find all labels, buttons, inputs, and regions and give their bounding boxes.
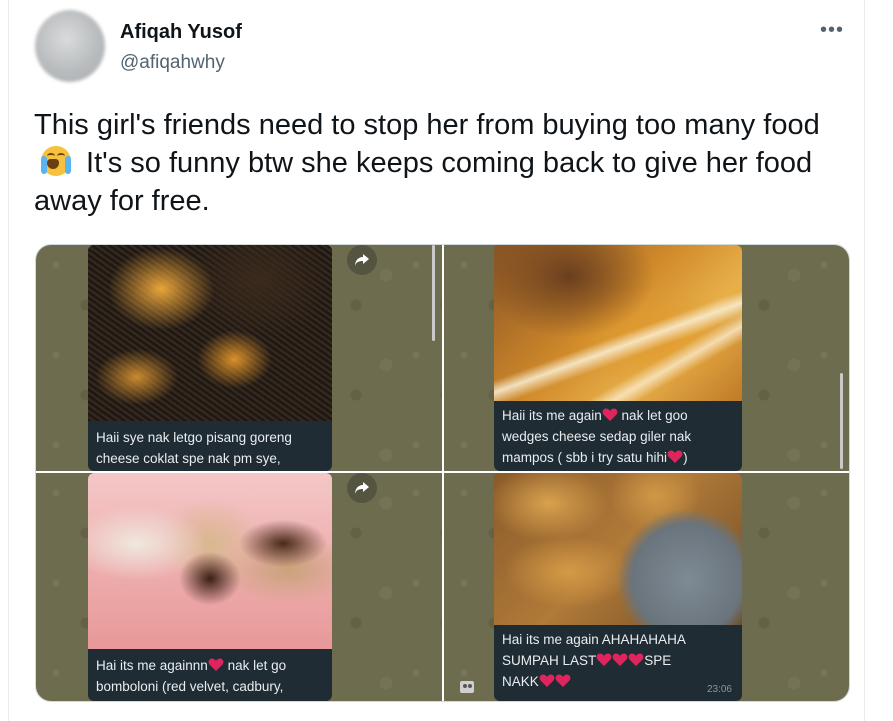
tweet-card: Afiqah Yusof @afiqahwhy ••• This girl's … bbox=[8, 0, 865, 721]
chat-bubble: Haii sye nak letgo pisang goreng cheese … bbox=[88, 245, 332, 471]
message-timestamp: 23:06 bbox=[706, 684, 732, 695]
message-caption: Haii its me again nak let goo wedges che… bbox=[502, 408, 692, 465]
avatar[interactable] bbox=[35, 10, 105, 82]
red-heart-icon bbox=[628, 653, 644, 666]
food-photo bbox=[88, 245, 332, 421]
media-image-2[interactable]: Haii its me again nak let goo wedges che… bbox=[444, 245, 849, 471]
red-heart-icon bbox=[602, 408, 618, 421]
food-photo bbox=[494, 473, 742, 625]
author-name[interactable]: Afiqah Yusof bbox=[120, 21, 242, 44]
red-heart-icon bbox=[208, 658, 224, 671]
red-heart-icon bbox=[555, 674, 571, 687]
tweet-text-part2: It's so funny btw she keeps coming back … bbox=[34, 147, 813, 217]
red-heart-icon bbox=[539, 674, 555, 687]
chat-bubble: Hai its me againnn nak let go bomboloni … bbox=[88, 473, 332, 701]
sticker-icon bbox=[454, 673, 484, 695]
author-handle[interactable]: @afiqahwhy bbox=[120, 52, 225, 74]
tweet-text: This girl's friends need to stop her fro… bbox=[34, 106, 854, 220]
scrollbar[interactable] bbox=[432, 245, 435, 341]
message-caption: Hai its me againnn nak let go bomboloni … bbox=[96, 658, 287, 694]
chat-bubble: Hai its me again AHAHAHAHA SUMPAH LAST SP… bbox=[494, 473, 742, 701]
message-caption: Hai its me again AHAHAHAHA SUMPAH LAST SP… bbox=[502, 632, 686, 689]
red-heart-icon bbox=[612, 653, 628, 666]
tweet-text-part1: This girl's friends need to stop her fro… bbox=[34, 109, 820, 141]
food-photo bbox=[88, 473, 332, 649]
scrollbar[interactable] bbox=[840, 373, 843, 469]
forward-icon[interactable] bbox=[347, 245, 377, 275]
media-image-3[interactable]: Hai its me againnn nak let go bomboloni … bbox=[36, 473, 442, 701]
chat-bubble: Haii its me again nak let goo wedges che… bbox=[494, 245, 742, 471]
forward-icon[interactable] bbox=[347, 473, 377, 503]
food-photo bbox=[494, 245, 742, 401]
loudly-crying-face-icon bbox=[38, 144, 74, 178]
media-grid[interactable]: Haii sye nak letgo pisang goreng cheese … bbox=[35, 244, 850, 702]
red-heart-icon bbox=[667, 450, 683, 463]
message-caption: Haii sye nak letgo pisang goreng cheese … bbox=[96, 430, 292, 466]
media-image-1[interactable]: Haii sye nak letgo pisang goreng cheese … bbox=[36, 245, 442, 471]
more-horizontal-icon[interactable]: ••• bbox=[817, 18, 847, 42]
red-heart-icon bbox=[596, 653, 612, 666]
media-image-4[interactable]: Hai its me again AHAHAHAHA SUMPAH LAST SP… bbox=[444, 473, 849, 701]
